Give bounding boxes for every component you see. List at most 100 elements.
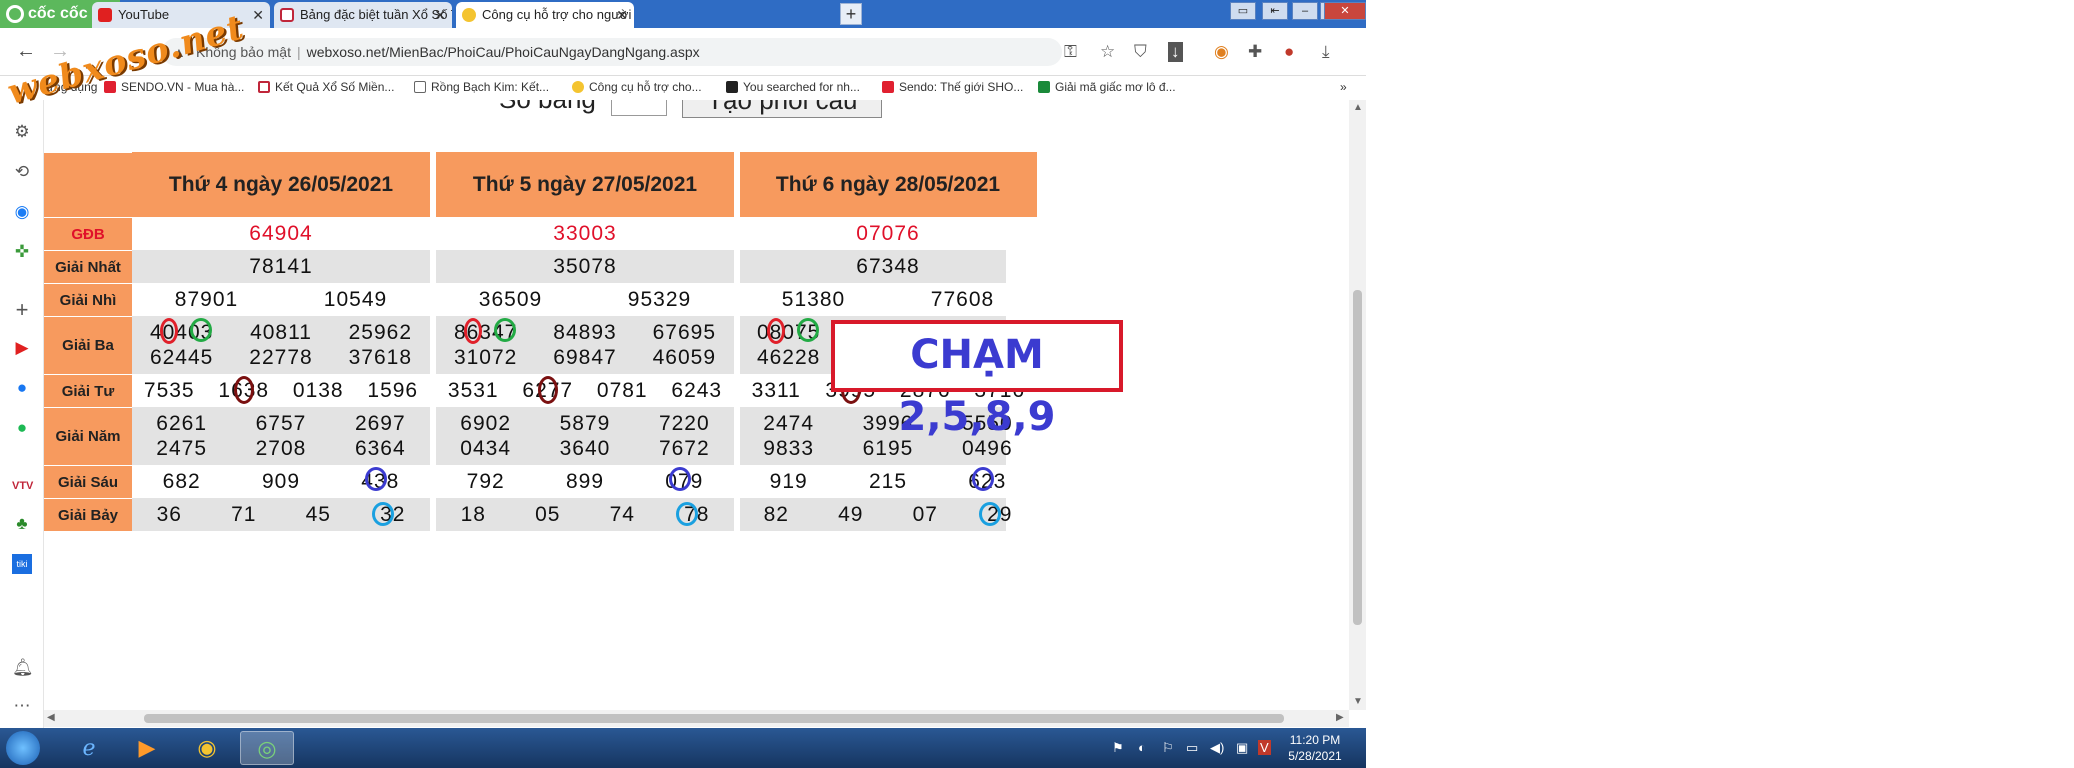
close-icon[interactable]: ✕ xyxy=(616,2,628,28)
new-tab-button[interactable]: + xyxy=(840,3,862,25)
bookmark-sendo[interactable]: SENDO.VN - Mua hà... xyxy=(104,80,244,94)
horizontal-scroll-thumb[interactable] xyxy=(144,714,1284,723)
maroon-circle-mark xyxy=(234,376,254,404)
tab-bang-dac-biet[interactable]: Bảng đặc biệt tuần Xổ Số Truyền ✕ xyxy=(274,2,452,28)
bell-icon[interactable]: 🔔︎ xyxy=(12,658,34,678)
scroll-left-icon[interactable]: ◀ xyxy=(47,712,55,723)
site-favicon-icon xyxy=(258,81,270,93)
giai-bay-value: 74 xyxy=(609,503,635,526)
bookmark-rong-bach-kim[interactable]: Rồng Bạch Kim: Kết... xyxy=(414,80,549,94)
tray-volume-icon[interactable]: ◀) xyxy=(1210,740,1224,756)
row-label-sau: Giải Sáu xyxy=(44,465,132,498)
giai-tu-value: 3311 xyxy=(751,379,801,402)
tray-flag-icon[interactable]: ⚐ xyxy=(1162,740,1174,756)
bookmark-label: Sendo: Thế giới SHO... xyxy=(899,80,1024,94)
tab-search-icon[interactable]: ▭ xyxy=(1230,2,1256,20)
more-bookmarks-button[interactable]: » xyxy=(1340,80,1347,94)
giai-sau-value: 909 xyxy=(261,470,301,493)
site-favicon-icon xyxy=(1038,81,1050,93)
downloads-icon[interactable]: ⤓ xyxy=(1322,42,1330,62)
vtv-icon[interactable]: VTV xyxy=(12,476,33,496)
scroll-right-icon[interactable]: ▶ xyxy=(1336,712,1344,723)
close-icon[interactable]: ✕ xyxy=(434,2,446,28)
history-icon[interactable]: ⟲ xyxy=(12,162,32,182)
bookmark-sendo-world[interactable]: Sendo: Thế giới SHO... xyxy=(882,80,1023,94)
search-site-icon xyxy=(726,81,738,93)
tray-display-icon[interactable]: ▣ xyxy=(1236,740,1248,756)
giai-nam-value: 6364 xyxy=(354,437,406,460)
chrome-icon[interactable]: ◉ xyxy=(180,731,234,765)
tab-title: Công cụ hỗ trợ cho người chơi xyxy=(482,7,634,22)
more-icon[interactable]: ⋯ xyxy=(12,696,32,716)
clock[interactable]: 11:20 PM 5/28/2021 xyxy=(1280,732,1350,764)
extension-circle-icon[interactable]: ◉ xyxy=(1214,42,1229,62)
giai-ba-value: 67695 xyxy=(652,321,717,344)
address-bar[interactable]: ▲ Không bảo mật | webxoso.net/MienBac/Phoi… xyxy=(162,38,1062,66)
close-icon[interactable]: ✕ xyxy=(252,2,264,28)
puzzle-icon[interactable]: ✚ xyxy=(1248,42,1262,62)
bookmark-ket-qua[interactable]: Kết Quả Xổ Số Miền... xyxy=(258,80,394,94)
coccoc-taskbar-icon[interactable]: ◎ xyxy=(240,731,294,765)
bookmark-cong-cu[interactable]: Công cụ hỗ trợ cho... xyxy=(572,80,702,94)
bookmark-search[interactable]: You searched for nh... xyxy=(726,80,860,94)
giai-tu-value: 0138 xyxy=(292,379,344,402)
minimize-icon[interactable]: – xyxy=(1292,2,1318,20)
facebook-icon[interactable]: ● xyxy=(12,378,32,398)
media-player-icon[interactable]: ▶ xyxy=(120,731,174,765)
back-window-icon[interactable]: ⇤ xyxy=(1262,2,1288,20)
giai-nam-value: 2708 xyxy=(255,437,307,460)
cyan-circle-mark xyxy=(372,502,394,526)
giai-nam-value: 5879 xyxy=(559,412,611,435)
youtube-icon[interactable]: ▶ xyxy=(12,338,32,358)
tray-monitor-icon[interactable]: ▭ xyxy=(1186,740,1198,756)
giai-nam-value: 6757 xyxy=(255,412,307,435)
add-icon[interactable]: + xyxy=(12,299,32,321)
giai-bay-value: 45 xyxy=(305,503,331,526)
leaf-icon[interactable]: ♣ xyxy=(12,514,32,534)
bookmark-giai-ma[interactable]: Giải mã giấc mơ lô đ... xyxy=(1038,80,1176,94)
vertical-scroll-thumb[interactable] xyxy=(1353,290,1362,625)
tray-chat-icon[interactable]: ◐ xyxy=(1138,740,1146,755)
left-sidebar: ⚙ ⟲ ◉ ✜ + ▶ ● ● VTV ♣ tiki 🔔︎ ⋯ xyxy=(0,100,44,728)
spotify-icon[interactable]: ● xyxy=(12,418,32,438)
vertical-scrollbar[interactable]: ▲ ▼ xyxy=(1349,100,1366,710)
site-favicon-icon xyxy=(462,8,476,22)
red-circle-mark xyxy=(767,318,785,344)
tray-network-icon[interactable]: ⚑ xyxy=(1112,740,1124,756)
star-icon[interactable]: ☆ xyxy=(1100,42,1115,62)
board-count-input[interactable] xyxy=(611,100,668,117)
giai-ba-value: 08075 xyxy=(756,321,821,344)
window-close-icon[interactable]: ✕ xyxy=(1324,2,1366,20)
download-arrow-icon[interactable]: ↓ xyxy=(1168,42,1183,62)
back-arrow-icon[interactable]: ← xyxy=(16,40,36,63)
scroll-up-icon[interactable]: ▲ xyxy=(1353,102,1363,113)
gear-icon[interactable]: ⚙ xyxy=(12,122,32,142)
create-button[interactable]: Tạo phôi cầu xyxy=(682,100,883,119)
giai-bay-value: 18 xyxy=(460,503,486,526)
tab-cong-cu[interactable]: Công cụ hỗ trợ cho người chơi ✕ xyxy=(456,2,634,28)
giai-nhi-value: 77608 xyxy=(930,288,995,311)
shield-icon[interactable]: ⛉ xyxy=(1134,42,1147,62)
tiki-icon[interactable]: tiki xyxy=(12,554,32,574)
messenger-icon[interactable]: ◉ xyxy=(12,202,32,222)
internet-explorer-icon[interactable]: ℯ xyxy=(62,731,116,765)
sendo-icon xyxy=(882,81,894,93)
giai-ba-value: 37618 xyxy=(348,346,413,369)
bookmark-label: SENDO.VN - Mua hà... xyxy=(121,80,245,94)
day-header-2: Thứ 5 ngày 27/05/2021 xyxy=(436,152,734,217)
profile-icon[interactable]: ● xyxy=(1284,42,1294,62)
start-button[interactable] xyxy=(6,731,40,765)
giai-bay-value: 82 xyxy=(763,503,789,526)
cyan-circle-mark xyxy=(676,502,698,526)
giai-tu-value: 0781 xyxy=(596,379,648,402)
horizontal-scrollbar[interactable]: ◀ ▶ xyxy=(44,710,1349,727)
brand-label: cốc cốc xyxy=(28,5,88,22)
scroll-down-icon[interactable]: ▼ xyxy=(1353,696,1363,707)
key-icon[interactable]: ⚿ xyxy=(1064,42,1077,62)
tray-v-icon[interactable]: V xyxy=(1258,740,1271,755)
cyan-circle-mark xyxy=(979,502,1001,526)
giai-sau-value: 899 xyxy=(565,470,605,493)
gamepad-icon[interactable]: ✜ xyxy=(12,242,32,262)
green-circle-mark xyxy=(494,318,516,342)
giai-bay-value: 07 xyxy=(912,503,938,526)
